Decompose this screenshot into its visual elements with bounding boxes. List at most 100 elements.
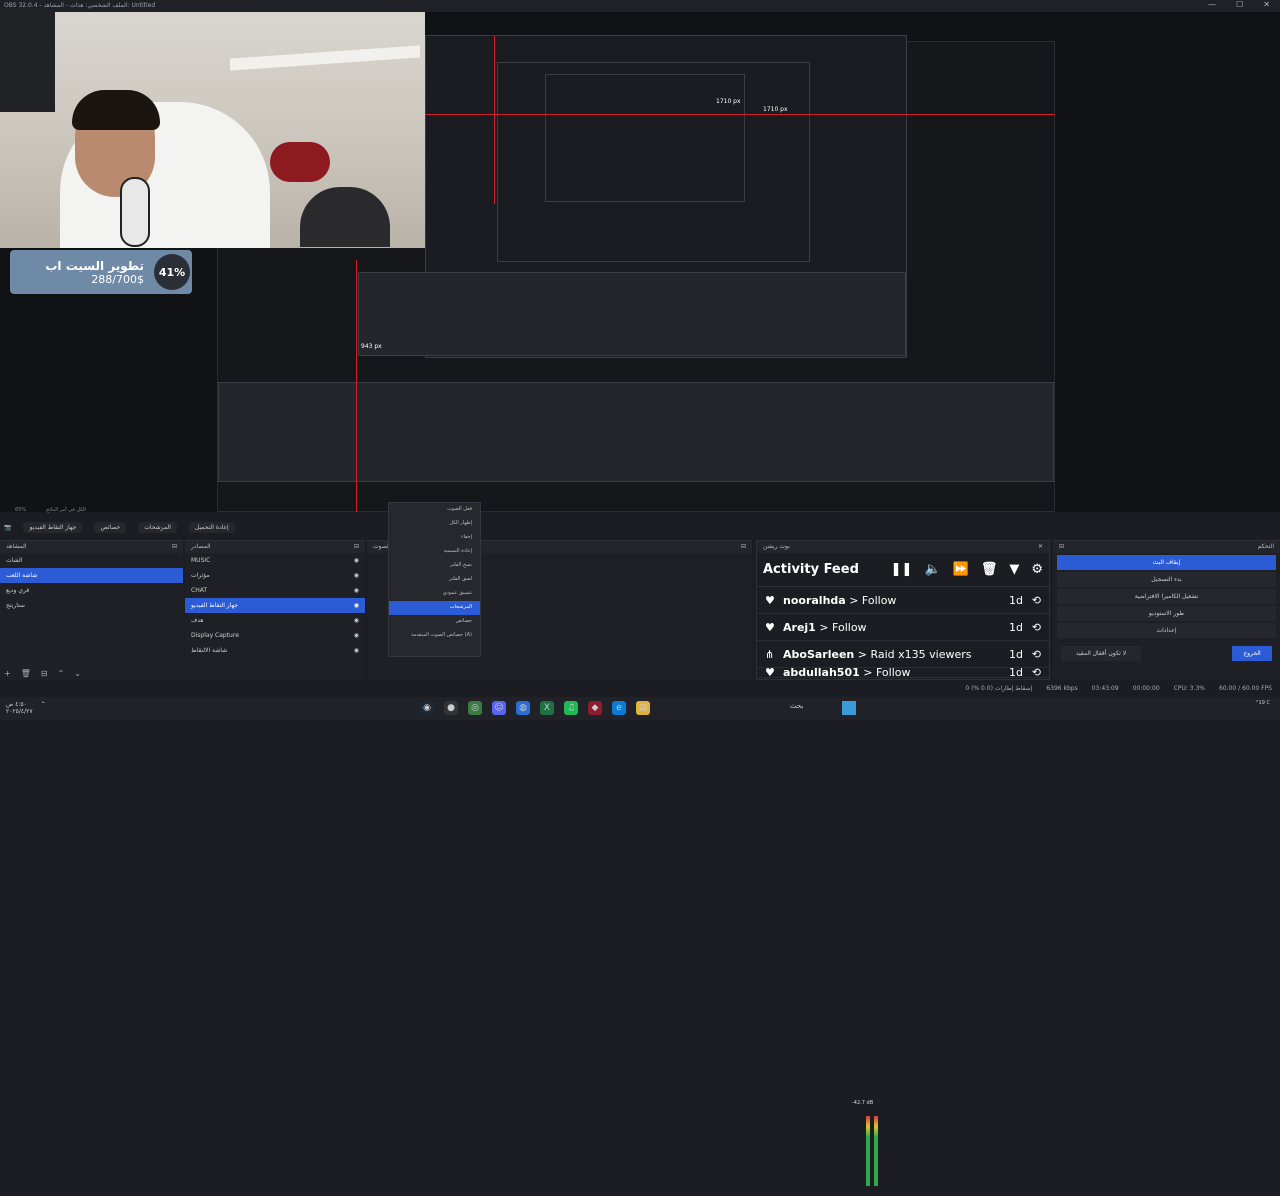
chevron-up-icon[interactable]: ⌃: [41, 701, 46, 715]
source-label: Display Capture: [191, 632, 239, 639]
stop-stream-button[interactable]: إيقاف البث: [1057, 555, 1276, 570]
replay-icon[interactable]: ⟲: [1023, 648, 1041, 661]
menu-item[interactable]: إظهار الكل: [389, 517, 480, 531]
add-icon[interactable]: +: [4, 669, 11, 678]
minimize-button[interactable]: —: [1208, 0, 1216, 9]
source-item[interactable]: هدف ◉: [185, 613, 365, 628]
excel-icon[interactable]: X: [540, 701, 554, 715]
windows-start-icon[interactable]: [842, 701, 856, 715]
weather-widget[interactable]: °19 C: [1256, 700, 1270, 706]
source-item[interactable]: شاشة الالتقاط ◉: [185, 643, 365, 658]
feed-item[interactable]: ♥ nooralhda > Follow 1d ⟲: [757, 587, 1049, 614]
studio-mode-button[interactable]: طور الاستوديو: [1057, 606, 1276, 621]
zoom-level[interactable]: 65%: [15, 507, 26, 513]
chair-image: [300, 187, 390, 247]
trash-icon[interactable]: 🗑: [981, 562, 998, 577]
replay-icon[interactable]: ⟲: [1023, 668, 1041, 677]
browser-icon[interactable]: ◍: [516, 701, 530, 715]
eye-icon[interactable]: ◉: [354, 557, 359, 564]
context-menu: قفل الصوت إظهار الكل إخفاء إعادة التسمية…: [388, 502, 481, 657]
exit-button[interactable]: الخروج: [1232, 646, 1272, 661]
scene-item[interactable]: الشات: [0, 553, 183, 568]
replay-icon[interactable]: ⟲: [1023, 621, 1041, 634]
menu-item[interactable]: خصائص: [389, 615, 480, 629]
menu-item[interactable]: نسخ الفلتر: [389, 559, 480, 573]
menu-item[interactable]: تنسيق عمودي: [389, 587, 480, 601]
eye-icon[interactable]: ◉: [354, 617, 359, 624]
properties-button[interactable]: خصائص: [94, 521, 127, 533]
obs-icon[interactable]: ●: [444, 701, 458, 715]
feed-item[interactable]: ♥ abdullah501 > Follow 1d ⟲: [757, 668, 1049, 678]
source-item[interactable]: Display Capture ◉: [185, 628, 365, 643]
close-icon[interactable]: ✕: [1038, 543, 1043, 551]
dock-lock-button[interactable]: لا تكون أقفال المقيد: [1061, 646, 1141, 661]
source-label: MUSIC: [191, 557, 211, 564]
settings-button[interactable]: إعدادات: [1057, 623, 1276, 638]
menu-item[interactable]: إعادة التسمية: [389, 545, 480, 559]
scene-item[interactable]: ستاريتج: [0, 598, 183, 613]
source-item[interactable]: مؤثرات ◉: [185, 568, 365, 583]
eye-icon[interactable]: ◉: [354, 587, 359, 594]
folder-icon[interactable]: ▤: [636, 701, 650, 715]
fps: 60.00 / 60.00 FPS: [1219, 684, 1272, 692]
feed-item[interactable]: ♥ Arej1 > Follow 1d ⟲: [757, 614, 1049, 641]
virtual-camera-button[interactable]: تشغيل الكاميرا الافتراضية: [1057, 589, 1276, 604]
menu-item[interactable]: إخفاء: [389, 531, 480, 545]
scene-item[interactable]: فري وديع: [0, 583, 183, 598]
source-item[interactable]: CHAT ◉: [185, 583, 365, 598]
pause-icon[interactable]: ❚❚: [891, 562, 913, 577]
volume-icon[interactable]: 🔈: [924, 562, 940, 577]
taskbar-search[interactable]: بحث: [790, 702, 803, 710]
dock-menu-icon[interactable]: ⊟: [354, 543, 359, 551]
skip-icon[interactable]: ⏩: [953, 562, 969, 577]
scene-item-selected[interactable]: شاشة اللعب: [0, 568, 183, 583]
discord-icon[interactable]: ☺: [492, 701, 506, 715]
feed-item[interactable]: ⋔ AboSarleen > Raid x135 viewers 1d ⟲: [757, 641, 1049, 668]
menu-item-lock-audio[interactable]: قفل الصوت: [389, 503, 480, 517]
start-recording-button[interactable]: بدء التسجيل: [1057, 572, 1276, 587]
up-icon[interactable]: ⌃: [58, 669, 65, 678]
nested-preview-3: [545, 74, 745, 202]
steam-icon[interactable]: ◉: [420, 701, 434, 715]
dim-label-mid: 1710 px: [763, 106, 788, 113]
eye-icon[interactable]: ◉: [354, 572, 359, 579]
close-button[interactable]: ✕: [1263, 0, 1270, 9]
controls-footer: لا تكون أقفال المقيد الخروج: [1053, 640, 1280, 667]
dock-menu-icon[interactable]: ⊟: [741, 543, 746, 551]
spotify-icon[interactable]: ♫: [564, 701, 578, 715]
app-icon[interactable]: ◆: [588, 701, 602, 715]
reload-button[interactable]: إعادة التحميل: [188, 521, 235, 533]
remove-icon[interactable]: 🗑: [21, 669, 31, 678]
down-icon[interactable]: ⌄: [74, 669, 81, 678]
audio-meter-left: [866, 1116, 870, 1186]
menu-item[interactable]: خصائص الصوت المتقدمة (A): [389, 629, 480, 643]
tv-image: [0, 12, 55, 112]
source-item-selected[interactable]: جهاز التقاط الفيديو ◉: [185, 598, 365, 613]
menu-item-filters[interactable]: المرشحات: [389, 601, 480, 615]
filters-button[interactable]: المرشحات: [138, 521, 177, 533]
eye-icon[interactable]: ◉: [354, 632, 359, 639]
dock-menu-icon[interactable]: ⊟: [1059, 543, 1064, 551]
video-capture-device-button[interactable]: جهاز التقاط الفيديو: [23, 521, 83, 533]
filter-icon[interactable]: ⊟: [41, 669, 48, 678]
gear-icon[interactable]: ⚙: [1031, 562, 1043, 577]
maximize-button[interactable]: ☐: [1236, 0, 1243, 9]
eye-icon[interactable]: ◉: [354, 602, 359, 609]
source-item[interactable]: MUSIC ◉: [185, 553, 365, 568]
preview-label[interactable]: الكل في أمر النتائج: [46, 507, 86, 513]
chrome-icon[interactable]: ◎: [468, 701, 482, 715]
eye-icon[interactable]: ◉: [354, 647, 359, 654]
feed-text: nooralhda > Follow: [783, 594, 993, 607]
source-toolbar: 📷 جهاز التقاط الفيديو خصائص المرشحات إعا…: [0, 517, 1280, 537]
scenes-title-bar: المشاهد ⊟: [0, 541, 183, 553]
nested-obs-panel-2: [218, 382, 1054, 482]
webcam-source[interactable]: [0, 12, 425, 248]
replay-icon[interactable]: ⟲: [1023, 594, 1041, 607]
activity-feed-header: Activity Feed ❚❚ 🔈 ⏩ 🗑 ▼ ⚙: [757, 553, 1049, 587]
menu-item[interactable]: لصق الفلتر: [389, 573, 480, 587]
filter-icon[interactable]: ▼: [1009, 562, 1019, 577]
dock-menu-icon[interactable]: ⊟: [172, 543, 177, 551]
edge-icon[interactable]: e: [612, 701, 626, 715]
heart-icon: ♥: [765, 593, 775, 607]
heart-icon: ♥: [765, 620, 775, 634]
